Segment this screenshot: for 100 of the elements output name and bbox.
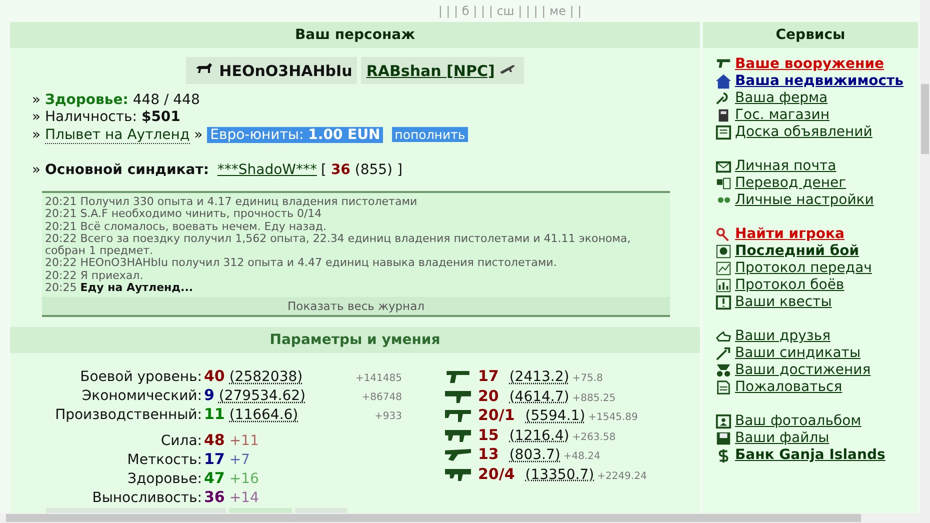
euro-balance: Евро-юниты: 1.00 EUN	[207, 127, 384, 143]
cash-line: Наличность: $501	[45, 109, 180, 125]
opponent-tag: RABshan [NPC]	[361, 57, 524, 84]
stat-experience: (11664.6)	[229, 407, 298, 424]
floppy-icon	[715, 430, 732, 447]
service-link[interactable]: Ваша недвижимость	[735, 73, 904, 90]
skill-level: 15	[478, 426, 499, 444]
machine-gun-icon	[445, 430, 471, 442]
service-link[interactable]: Ваша ферма	[735, 90, 828, 107]
stat-label: Экономический:	[80, 388, 203, 404]
stat-label: Меткость:	[126, 452, 203, 468]
shotgun-icon	[445, 449, 471, 462]
skill-experience: (5594.1)	[525, 408, 586, 424]
location-link[interactable]: Плывет на Аутленд	[45, 127, 190, 144]
skill-experience: (1216.4)	[509, 428, 570, 444]
skill-experience: (4614.7)	[509, 388, 570, 405]
service-link[interactable]: Ваше вооружение	[735, 56, 884, 73]
pistol-icon	[445, 371, 471, 384]
vertical-scrollbar[interactable]	[920, 0, 930, 513]
service-link[interactable]: Личная почта	[735, 158, 836, 175]
horizontal-scrollbar[interactable]	[0, 513, 930, 523]
assault-rifle-icon	[445, 468, 471, 481]
bullet-marker: »	[32, 109, 41, 125]
house-icon	[715, 73, 732, 90]
stat-label: Здоровье:	[126, 471, 203, 488]
stat-gain: +86748	[362, 392, 403, 404]
log-entry: 20:21 Получил 330 опыта и 4.17 единиц владения пистолетами	[45, 196, 418, 208]
stat-experience: (2582038)	[229, 369, 303, 386]
log-entry: 20:21 S.A.F необходимо чинить, прочность 0/14	[45, 208, 323, 221]
board-icon	[715, 124, 732, 141]
service-link[interactable]: Ваши файлы	[735, 430, 830, 447]
stat-label: Выносливость:	[91, 490, 203, 506]
service-link[interactable]: Пожаловаться	[735, 379, 842, 396]
stat-gain: +141485	[355, 373, 403, 384]
service-link[interactable]: Перевод денег	[735, 175, 846, 192]
skill-gain: +2249.24	[597, 470, 647, 482]
stat-label: Боевой уровень:	[79, 369, 203, 386]
stat-value: 48	[204, 431, 225, 450]
skill-gain: +1545.89	[588, 412, 638, 424]
service-link[interactable]: Протокол передач	[735, 260, 872, 277]
separator-marker: »	[194, 127, 203, 143]
service-link[interactable]: Ваши друзья	[735, 328, 831, 345]
syndicate-label: Основной синдикат:	[45, 162, 209, 178]
stat-bonus: +16	[229, 471, 259, 488]
skill-level: 20/1	[478, 406, 515, 424]
health-line: Здоровье: 448 / 448	[45, 92, 200, 108]
show-log-button[interactable]: Показать весь журнал	[42, 297, 670, 316]
stat-label: Производственный:	[54, 407, 203, 424]
skill-experience: (803.7)	[509, 447, 560, 464]
stat-experience: (279534.62)	[218, 388, 306, 404]
bullet-marker: »	[32, 127, 41, 143]
rifle-icon	[445, 410, 471, 422]
syndicate-link[interactable]: ***ShadoW***	[217, 162, 318, 178]
player-tag: HEOnO3HAHbIu	[186, 57, 358, 84]
service-link[interactable]: Гос. магазин	[735, 107, 830, 124]
skill-gain: +48.24	[563, 451, 600, 462]
stat-value: 17	[204, 450, 225, 468]
bullet-marker: »	[32, 92, 41, 108]
exclamation-icon	[715, 294, 732, 311]
service-link[interactable]: Личные настройки	[735, 192, 874, 209]
stat-label: Сила:	[160, 433, 203, 450]
skill-gain: +263.58	[572, 432, 616, 443]
stat-gain: +933	[374, 411, 403, 422]
document-icon	[715, 379, 732, 396]
skill-level: 13	[478, 445, 499, 464]
service-link[interactable]: Ваши синдикаты	[735, 345, 861, 362]
stat-bonus: +14	[229, 490, 259, 506]
top-navigation: | | | б | | | сш | | | | ме | |	[438, 4, 582, 18]
skill-experience: (13350.7)	[525, 466, 594, 483]
stat-bonus: +11	[229, 433, 259, 450]
skill-gain: +75.8	[572, 373, 603, 384]
panel-title: Параметры и умения	[270, 332, 440, 348]
stat-value: 36	[204, 488, 225, 506]
log-entry: 20:22 Всего за поездку получил 1,562 опыта, 22.34 единиц владения пистолетами и 41.11 эконома, собран 1 предмет.	[45, 232, 632, 258]
log-entry: 20:25 Еду на Аутленд...	[45, 282, 194, 294]
bullet-marker: »	[32, 162, 41, 178]
skill-experience: (2413.2)	[509, 369, 570, 386]
service-link[interactable]: Последний бой	[735, 243, 860, 260]
dart-icon	[715, 345, 732, 362]
panel-title: Ваш персонаж	[294, 27, 416, 43]
stat-value: 47	[204, 469, 225, 488]
service-link[interactable]: Ваши квесты	[735, 294, 832, 311]
log-entry: 20:22 HEOnO3HAHbIu получил 312 опыта и 4.47 единиц навыка владения пистолетами.	[45, 257, 558, 270]
service-link[interactable]: Протокол боёв	[735, 277, 844, 294]
stat-value: 11	[204, 405, 225, 424]
service-link[interactable]: Найти игрока	[735, 226, 844, 243]
log-entry: 20:21 Всё сломалось, воевать нечем. Еду назад.	[45, 220, 328, 233]
chart-icon	[715, 260, 732, 277]
skill-level: 20	[478, 386, 499, 405]
service-link[interactable]: Доска объявлений	[735, 124, 872, 141]
stat-value: 9	[204, 386, 214, 404]
panel-title: Сервисы	[776, 27, 846, 43]
photo-icon	[715, 413, 732, 430]
service-link[interactable]: Ваш фотоальбом	[735, 413, 862, 430]
skill-level: 17	[478, 367, 499, 386]
service-link[interactable]: Банк Ganja Islands	[735, 447, 886, 464]
skill-level: 20/4	[478, 464, 515, 483]
service-link[interactable]: Ваши достижения	[735, 362, 871, 379]
syndicate-rating: [ 36 (855) ]	[321, 162, 402, 178]
stat-value: 40	[204, 367, 225, 386]
